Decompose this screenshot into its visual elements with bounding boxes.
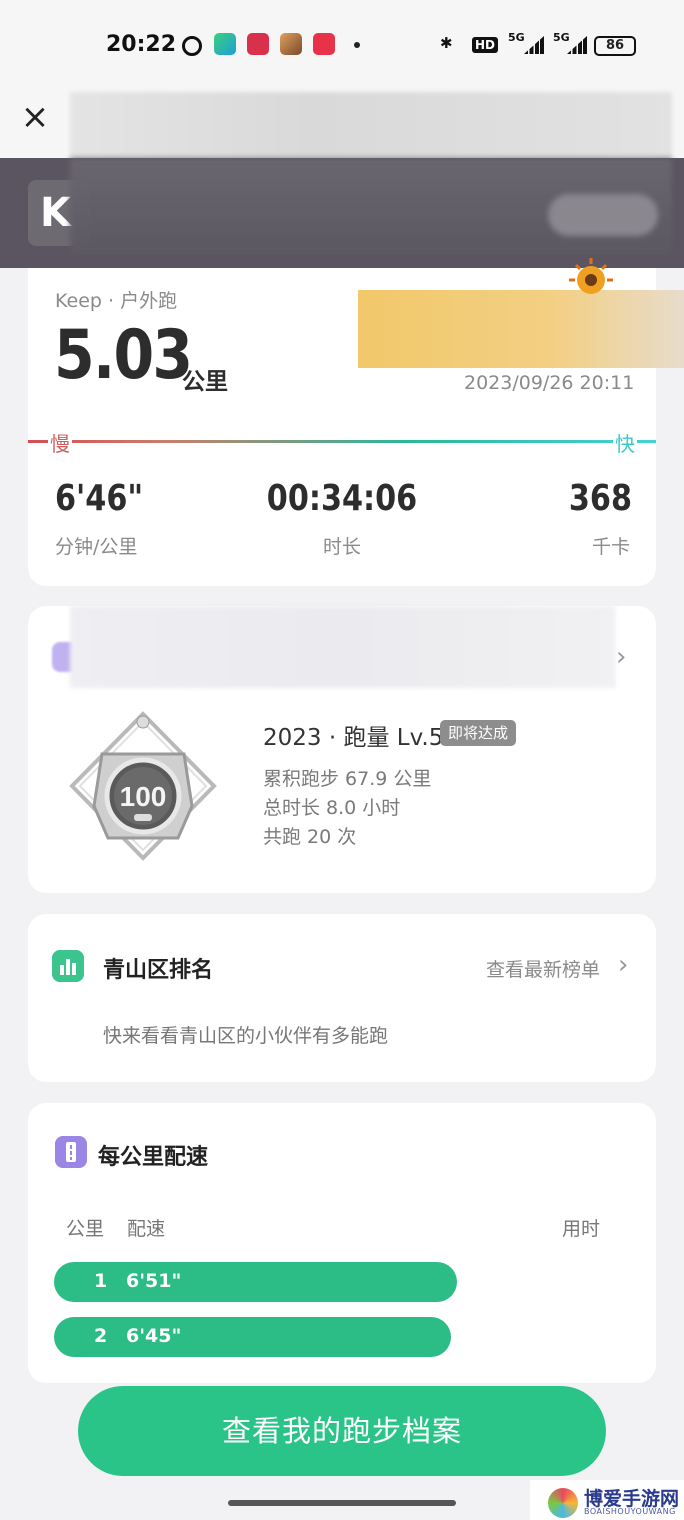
iqiyi-app-icon	[214, 33, 236, 55]
distance-value: 5.03	[54, 316, 193, 395]
district-ranking-card[interactable]	[28, 914, 656, 1082]
watermark-logo-icon	[548, 1488, 578, 1518]
column-header-pace: 配速	[127, 1218, 166, 1240]
blurred-medal-header	[70, 606, 616, 688]
bluetooth-icon: ✱	[440, 34, 453, 52]
ranking-subtitle: 快来看看青山区的小伙伴有多能跑	[103, 1025, 389, 1047]
pace-stat-value: 6'46"	[55, 478, 144, 519]
chevron-right-icon[interactable]: ›	[616, 642, 626, 672]
battery-indicator: 86	[594, 36, 636, 56]
medal-run-count: 共跑 20 次	[263, 826, 357, 848]
ranking-title: 青山区排名	[103, 958, 214, 983]
column-header-time: 用时	[562, 1218, 601, 1240]
distance-unit: 公里	[182, 369, 228, 395]
pace-row: 1 6'51"	[54, 1262, 457, 1302]
calories-stat-value: 368	[568, 478, 632, 519]
toutiao-app-icon	[247, 33, 269, 55]
hd-icon: HD	[472, 37, 499, 53]
pace-row-km: 2	[94, 1325, 108, 1347]
bar-chart-icon	[52, 950, 84, 982]
promo-image[interactable]	[358, 290, 684, 368]
game-app-icon	[280, 33, 302, 55]
fast-label: 快	[613, 428, 637, 457]
home-indicator[interactable]	[228, 1500, 456, 1506]
workout-datetime: 2023/09/26 20:11	[464, 372, 635, 394]
pace-stat-label: 分钟/公里	[55, 536, 138, 558]
video-app-icon	[313, 33, 335, 55]
chevron-right-icon[interactable]: ›	[618, 950, 628, 980]
pace-row: 2 6'45"	[54, 1317, 451, 1357]
medal-total-distance: 累积跑步 67.9 公里	[263, 768, 432, 790]
duration-stat-label: 时长	[322, 536, 361, 558]
status-badge: 即将达成	[440, 720, 517, 746]
more-notifications-dot	[354, 42, 360, 48]
pace-title: 每公里配速	[98, 1145, 209, 1170]
pace-row-pace: 6'45"	[126, 1325, 182, 1347]
pace-row-pace: 6'51"	[126, 1270, 182, 1292]
watermark-subtext: BOAISHOUYOUWANG	[584, 1507, 676, 1516]
view-running-profile-button[interactable]: 查看我的跑步档案	[78, 1386, 606, 1476]
blurred-page-title	[70, 92, 672, 158]
sport-type-label: Keep · 户外跑	[55, 290, 178, 312]
netease-music-icon	[182, 36, 202, 56]
slow-label: 慢	[48, 428, 72, 457]
duration-stat-value: 00:34:06	[266, 478, 418, 519]
speed-gradient-bar	[28, 440, 656, 443]
route-icon	[55, 1136, 87, 1168]
status-time: 20:22	[106, 32, 177, 57]
close-icon[interactable]: ×	[18, 100, 52, 134]
view-leaderboard-link[interactable]: 查看最新榜单	[486, 955, 600, 982]
signal-5g-icon-2: 5G	[553, 31, 570, 44]
medal-title: 2023 · 跑量 Lv.5	[263, 725, 444, 751]
signal-5g-icon-1: 5G	[508, 31, 525, 44]
column-header-km: 公里	[66, 1218, 105, 1240]
medal-total-time: 总时长 8.0 小时	[263, 797, 401, 819]
mascot-sun-icon	[569, 258, 613, 294]
medal-number: 100	[120, 781, 167, 812]
pace-row-km: 1	[94, 1270, 108, 1292]
calories-stat-label: 千卡	[591, 536, 630, 558]
running-medal-image: 100	[69, 711, 217, 861]
banner-open-button[interactable]	[548, 194, 658, 236]
